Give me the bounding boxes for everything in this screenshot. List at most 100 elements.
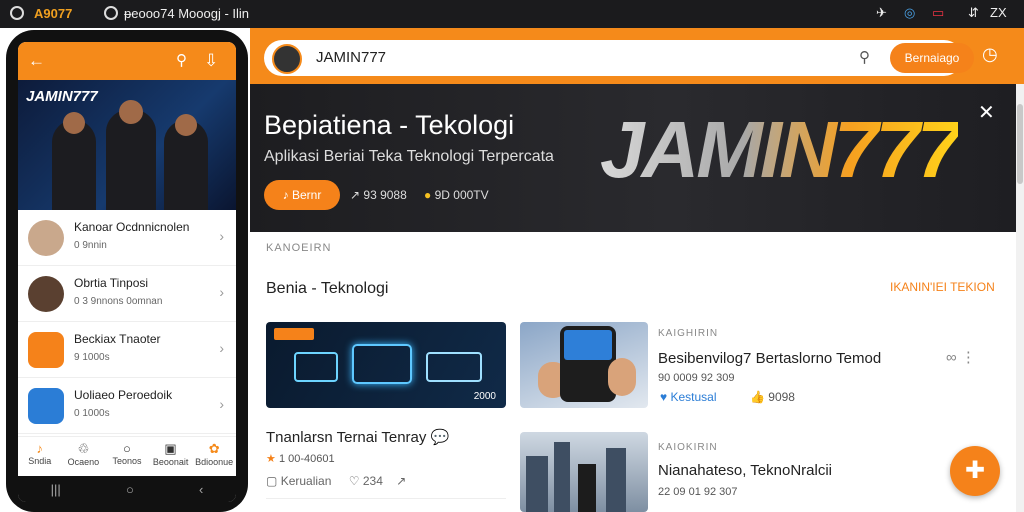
meta-text: 1 00-40601: [278, 453, 335, 465]
banner-button[interactable]: ♪ Bernr: [264, 180, 340, 210]
article-meta: ★ 1 00-40601: [266, 452, 335, 465]
recycle-icon: ♲: [77, 441, 90, 456]
hand-shape: [608, 358, 636, 396]
list-item[interactable]: Obrtia Tinposi 0 3 9nnons 0omnan ›: [18, 266, 236, 322]
phone-system-bar: ||| ○ ‹: [18, 476, 236, 502]
article-title[interactable]: Tnanlarsn Ternai Tenray 💬: [266, 428, 449, 446]
nav-label: Teonos: [112, 456, 142, 466]
chevron-right-icon: ›: [219, 284, 224, 300]
nav-item-teonos[interactable]: ○ Teonos: [105, 437, 149, 476]
building-shape: [554, 442, 570, 512]
primary-button[interactable]: Bernaiago: [890, 43, 974, 73]
battery-icon: ▭: [932, 5, 945, 20]
chevron-right-icon: ›: [219, 396, 224, 412]
comment-icon: 💬: [430, 429, 450, 446]
author-name: Kerualian: [280, 474, 332, 488]
transfer-icon[interactable]: ⇵: [968, 5, 979, 21]
clock-icon[interactable]: ◷: [982, 44, 998, 65]
browser-window: JAMIN777 ⚲ Bernaiago ◷ Bepiatiena - Teko…: [250, 28, 1024, 512]
heart-icon[interactable]: ♡: [349, 474, 360, 488]
bookmark-icon[interactable]: ▢: [266, 474, 277, 488]
app-icon: [28, 388, 64, 424]
list-item-sub: 0 1000s: [74, 408, 110, 419]
phone-brand-logo: JAMIN777: [26, 88, 98, 105]
nav-label: Ocaeno: [67, 457, 100, 467]
article-kicker: KAIOKIRIN: [658, 442, 718, 453]
search-icon[interactable]: ⚲: [859, 48, 870, 66]
share-icon[interactable]: ↗: [396, 474, 406, 488]
banner-stat-1: ↗ 93 9088: [350, 188, 407, 202]
avatar: [272, 44, 302, 74]
nav-item-beoonait[interactable]: ▣ Beoonait: [149, 437, 193, 476]
article-image[interactable]: [520, 322, 648, 408]
article-meta: 90 0009 92 309: [658, 372, 735, 384]
search-icon[interactable]: ⚲: [176, 51, 187, 69]
window-title: ᵽeooo74 Mooogj - Ilin: [124, 6, 250, 21]
article-image[interactable]: [520, 432, 648, 512]
device-shape: [294, 352, 338, 382]
address-field[interactable]: JAMIN777 ⚲ Bernaiago: [264, 40, 974, 76]
list-item[interactable]: Kanoar Ocdnnicnolen 0 9nnin ›: [18, 210, 236, 266]
address-bar: JAMIN777 ⚲ Bernaiago ◷: [250, 28, 1024, 84]
share-icon[interactable]: ✈: [876, 5, 887, 21]
avatar: [28, 220, 64, 256]
close-icon[interactable]: ✕: [978, 100, 995, 125]
star-icon: ★: [266, 453, 276, 465]
thumb-count[interactable]: 👍 9098: [750, 390, 795, 404]
list-item-sub: 0 3 9nnons 0omnan: [74, 296, 163, 307]
nav-item-ocaeno[interactable]: ♲ Ocaeno: [62, 437, 106, 476]
category-label: KANOEIRN: [266, 242, 332, 254]
scrollbar-thumb[interactable]: [1017, 104, 1023, 184]
article-image[interactable]: 2000: [266, 322, 506, 408]
download-icon[interactable]: ⇩: [204, 51, 218, 71]
list-item[interactable]: Uoliaeo Peroedoik 0 1000s ›: [18, 378, 236, 434]
stat-value: 93 9088: [363, 188, 407, 202]
article-title[interactable]: Besibenvilog7 Bertaslorno Temod: [658, 350, 881, 367]
building-shape: [526, 456, 548, 512]
back-icon[interactable]: ‹: [199, 482, 203, 497]
stat-value: 9D 000TV: [434, 188, 489, 202]
app-icon: [28, 332, 64, 368]
banner-button-label: Bernr: [292, 188, 322, 202]
phone-hero-image: JAMIN777: [18, 80, 236, 210]
back-arrow-icon[interactable]: ←: [28, 51, 45, 71]
add-fab-button[interactable]: ✚: [950, 446, 1000, 496]
article-actions: ▢ Kerualian ♡ 234 ↗: [266, 474, 406, 488]
vpn-icon[interactable]: ◎: [904, 5, 915, 21]
count-value: 9098: [768, 390, 795, 404]
close-window-icon[interactable]: ZX: [990, 5, 1007, 20]
home-icon[interactable]: ○: [126, 482, 134, 497]
section-link[interactable]: IKANIN'IEI TEKION: [890, 280, 995, 294]
banner-stat-2: ● 9D 000TV: [424, 188, 489, 202]
options-icon[interactable]: ∞ ⋮: [946, 348, 976, 366]
building-shape: [606, 448, 626, 512]
phone-mockup: ← ⚲ ⇩ JAMIN777 Kanoar Ocdnnicnolen 0 9nn…: [6, 30, 248, 512]
window-titlebar: A9077 ᵽeooo74 Mooogj - Ilin ✈ ◎ ▭ ⇵ ZX: [0, 0, 1024, 28]
coin-icon: ●: [424, 188, 432, 202]
list-item-name: Obrtia Tinposi: [74, 276, 149, 290]
device-shape: [352, 344, 412, 384]
phone-contact-list: Kanoar Ocdnnicnolen 0 9nnin › Obrtia Tin…: [18, 210, 236, 434]
nav-item-sndia[interactable]: ♪ Sndia: [18, 437, 62, 476]
section-title: Benia - Teknologi: [266, 280, 389, 297]
window-circle-icon[interactable]: [104, 6, 118, 20]
hero-banner: Bepiatiena - Tekologi Aplikasi Beriai Te…: [250, 84, 1016, 232]
nav-item-bdioonue[interactable]: ✿ Bdioonue: [192, 437, 236, 476]
scrollbar[interactable]: [1016, 84, 1024, 512]
chevron-right-icon: ›: [219, 228, 224, 244]
person-figure: [578, 464, 596, 512]
list-item[interactable]: Beckiax Tnaoter 9 1000s ›: [18, 322, 236, 378]
like-count: 234: [362, 474, 383, 488]
article-title[interactable]: Nianahateso, TeknoNralcii: [658, 462, 832, 479]
nav-label: Bdioonue: [195, 457, 234, 467]
like-label: Kestusal: [670, 390, 717, 404]
like-button[interactable]: ♥ Kestusal: [660, 390, 717, 404]
phone-header: ← ⚲ ⇩: [18, 42, 236, 80]
recents-icon[interactable]: |||: [51, 482, 61, 497]
chevron-right-icon: ›: [219, 340, 224, 356]
article-kicker: KAIGHIRIN: [658, 328, 719, 339]
avatar: [28, 276, 64, 312]
phone-shape: [560, 326, 616, 402]
nav-label: Beoonait: [152, 457, 189, 467]
device-shape: [426, 352, 482, 382]
